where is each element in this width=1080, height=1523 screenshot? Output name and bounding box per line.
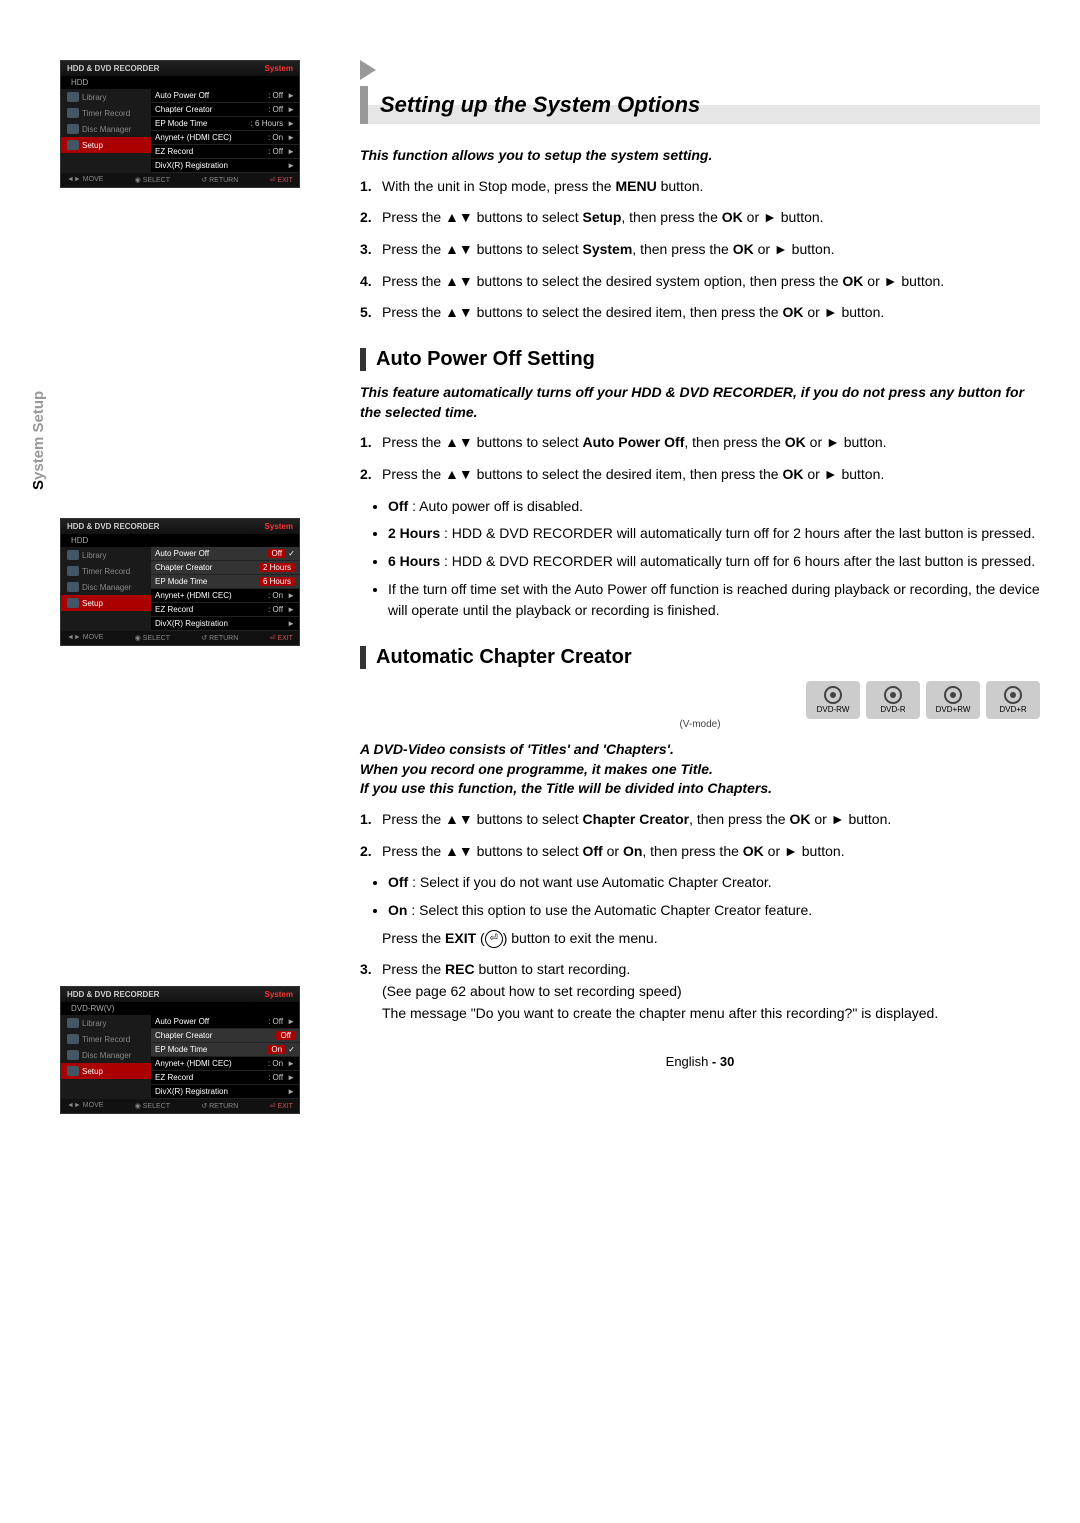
bullet-item: Off : Auto power off is disabled. xyxy=(388,496,1040,518)
section1-steps: 1.With the unit in Stop mode, press the … xyxy=(360,176,1040,324)
disc-badge: DVD+RW xyxy=(926,681,980,719)
vmode-label: (V-mode) xyxy=(360,719,1040,730)
step-item: 1.With the unit in Stop mode, press the … xyxy=(360,176,1040,198)
section3-intro: A DVD-Video consists of 'Titles' and 'Ch… xyxy=(360,740,1040,799)
section3-step3: 3.Press the REC button to start recordin… xyxy=(360,959,1040,1024)
step-item: 1.Press the ▲▼ buttons to select Auto Po… xyxy=(360,432,1040,454)
osd-screenshot-3: HDD & DVD RECORDERSystem DVD-RW(V) Libra… xyxy=(60,986,300,1114)
step-item: 1.Press the ▲▼ buttons to select Chapter… xyxy=(360,809,1040,831)
osd-screenshot-1: HDD & DVD RECORDERSystem HDD Library Tim… xyxy=(60,60,300,188)
step-item: 2.Press the ▲▼ buttons to select Off or … xyxy=(360,841,1040,863)
disc-badge: DVD+R xyxy=(986,681,1040,719)
bullet-item: 6 Hours : HDD & DVD RECORDER will automa… xyxy=(388,551,1040,573)
disc-badge: DVD-R xyxy=(866,681,920,719)
bullet-item: If the turn off time set with the Auto P… xyxy=(388,579,1040,622)
exit-line: Press the EXIT (⏎) button to exit the me… xyxy=(382,928,1040,950)
section3-steps: 1.Press the ▲▼ buttons to select Chapter… xyxy=(360,809,1040,862)
step-item: 5.Press the ▲▼ buttons to select the des… xyxy=(360,302,1040,324)
section-title-chapter: Automatic Chapter Creator xyxy=(360,646,1040,669)
osd-screenshot-2: HDD & DVD RECORDERSystem HDD Library Tim… xyxy=(60,518,300,646)
step-item: 4.Press the ▲▼ buttons to select the des… xyxy=(360,271,1040,293)
section3-bullets: Off : Select if you do not want use Auto… xyxy=(388,872,1040,921)
disc-badge: DVD-RW xyxy=(806,681,860,719)
section1-intro: This function allows you to setup the sy… xyxy=(360,146,1040,166)
step-item: 3.Press the ▲▼ buttons to select System,… xyxy=(360,239,1040,261)
bullet-item: On : Select this option to use the Autom… xyxy=(388,900,1040,922)
side-tab-label: System Setup xyxy=(30,391,47,490)
bullet-item: 2 Hours : HDD & DVD RECORDER will automa… xyxy=(388,523,1040,545)
disc-badges: DVD-RWDVD-RDVD+RWDVD+R xyxy=(806,681,1040,719)
step-item: 3.Press the REC button to start recordin… xyxy=(360,959,1040,1024)
bullet-item: Off : Select if you do not want use Auto… xyxy=(388,872,1040,894)
section2-steps: 1.Press the ▲▼ buttons to select Auto Po… xyxy=(360,432,1040,485)
step-item: 2.Press the ▲▼ buttons to select Setup, … xyxy=(360,207,1040,229)
section-title-setup: Setting up the System Options xyxy=(360,86,1040,124)
step-item: 2.Press the ▲▼ buttons to select the des… xyxy=(360,464,1040,486)
page-footer: English - 30 xyxy=(360,1054,1040,1069)
section-arrow-icon xyxy=(360,60,376,80)
section-title-autopower: Auto Power Off Setting xyxy=(360,348,1040,371)
section2-intro: This feature automatically turns off you… xyxy=(360,383,1040,422)
section2-bullets: Off : Auto power off is disabled. 2 Hours… xyxy=(388,496,1040,622)
